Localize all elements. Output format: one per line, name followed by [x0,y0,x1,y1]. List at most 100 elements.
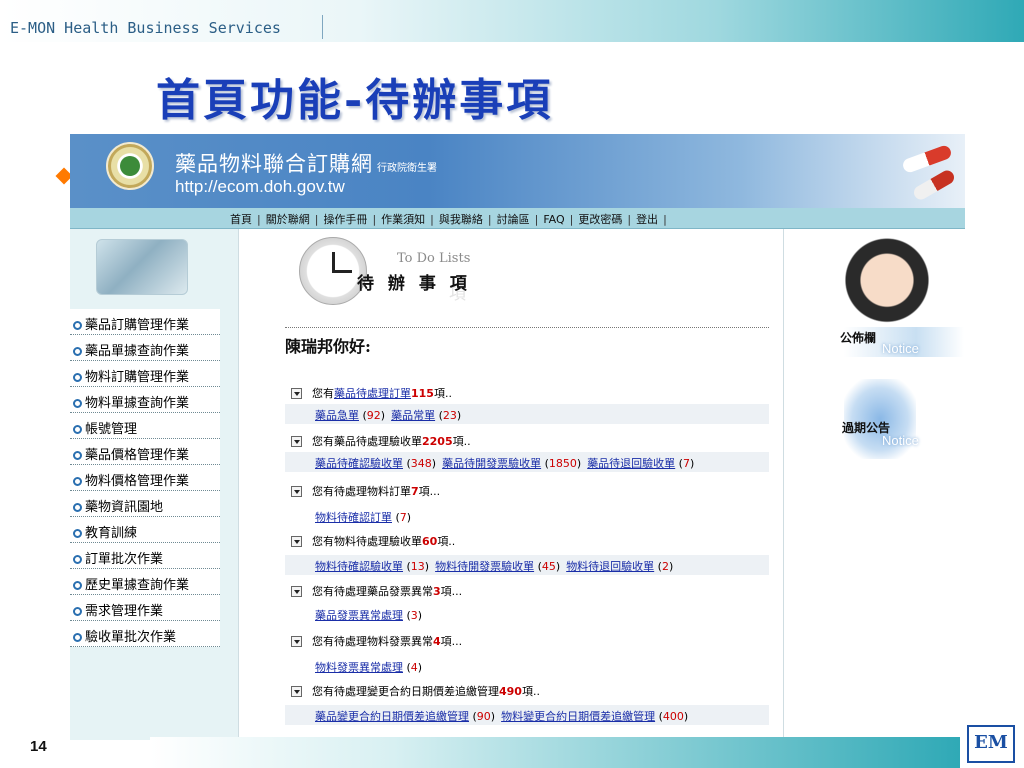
expand-toggle-icon[interactable] [291,636,302,647]
nav-link[interactable]: 作業須知 [381,211,425,227]
nav-link[interactable]: 登出 [636,211,658,227]
task-count: 2205 [422,435,453,448]
task-suffix: 項.. [452,435,471,448]
sidebar-menu-item[interactable]: 藥物資訊園地 [70,491,220,517]
right-sidebar: 公佈欄 Notice 過期公告 Notice [783,229,965,740]
task-detail-row: 藥品急單 (92) 藥品常單 (23) [285,404,769,424]
site-org: 行政院衛生署 [377,163,437,174]
task-link-count: (400) [655,710,689,723]
todo-panel: To Do Lists 項 待 辦 事 項 陳瑞邦你好: 您有藥品待處理訂單11… [238,229,784,740]
company-name: E-MON Health Business Services [10,19,281,37]
nav-link[interactable]: FAQ [543,213,564,226]
circle-bullet-icon [73,399,82,408]
task-link-number: 92 [366,409,381,422]
task-link-count: (45) [534,560,561,573]
task-link[interactable]: 藥品發票異常處理 [315,609,403,622]
expand-toggle-icon[interactable] [291,586,302,597]
bulletin-label[interactable]: 公佈欄 [840,329,876,346]
sidebar-menu-label: 需求管理作業 [85,604,164,619]
sidebar-menu-label: 藥品訂購管理作業 [85,318,190,333]
task-prefix: 您有待處理藥品發票異常 [312,585,433,598]
task-link-count: (1850) [541,457,582,470]
task-link-number: 7 [399,511,407,524]
task-summary: 您有待處理物料訂單7項... [291,483,440,499]
expand-toggle-icon[interactable] [291,686,302,697]
task-detail-row: 物料待確認訂單 (7) [285,506,769,526]
task-link-count: (23) [435,409,462,422]
sidebar-menu-label: 訂單批次作業 [85,552,164,567]
task-link[interactable]: 藥品待退回驗收單 [587,457,675,470]
sidebar-menu-item[interactable]: 教育訓練 [70,517,220,543]
sidebar-menu-label: 物料價格管理作業 [85,474,190,489]
nav-link[interactable]: 與我聯絡 [439,211,483,227]
task-link[interactable]: 物料待退回驗收單 [566,560,654,573]
slide-header-band: E-MON Health Business Services [0,0,1024,42]
task-link[interactable]: 物料待開發票驗收單 [435,560,534,573]
task-category-link[interactable]: 藥品待處理訂單 [334,387,411,400]
task-link[interactable]: 物料待確認驗收單 [315,560,403,573]
circle-bullet-icon [73,321,82,330]
circle-bullet-icon [73,477,82,486]
bulletin-portrait [844,237,930,333]
nav-link[interactable]: 關於聯網 [266,211,310,227]
task-summary: 您有物料待處理驗收單60項.. [291,533,455,549]
task-link-number: 348 [410,457,432,470]
nav-link[interactable]: 首頁 [230,211,252,227]
logo-text: EM [974,732,1008,753]
nav-separator: | [257,213,261,226]
circle-bullet-icon [73,581,82,590]
nav-separator: | [430,213,434,226]
sidebar-menu-item[interactable]: 物料單據查詢作業 [70,387,220,413]
sidebar-menu-item[interactable]: 訂單批次作業 [70,543,220,569]
task-prefix: 您有物料待處理驗收單 [312,535,422,548]
task-link[interactable]: 藥品變更合約日期價差追繳管理 [315,710,469,723]
sidebar-menu-item[interactable]: 帳號管理 [70,413,220,439]
site-name: 藥品物料聯合訂購網 行政院衛生署 [175,148,437,178]
task-prefix: 您有待處理物料發票異常 [312,635,433,648]
sidebar-menu-item[interactable]: 藥品訂購管理作業 [70,309,220,335]
task-link[interactable]: 物料發票異常處理 [315,661,403,674]
circle-bullet-icon [73,607,82,616]
sidebar-menu-item[interactable]: 藥品價格管理作業 [70,439,220,465]
nav-separator: | [487,213,492,226]
sidebar-menu-item[interactable]: 歷史單據查詢作業 [70,569,220,595]
sidebar-menu-item[interactable]: 物料訂購管理作業 [70,361,220,387]
task-link-number: 400 [662,710,684,723]
nav-link[interactable]: 操作手冊 [323,211,367,227]
user-greeting: 陳瑞邦你好: [285,337,371,356]
left-sidebar: 藥品訂購管理作業藥品單據查詢作業 物料訂購管理作業 物料單據查詢作業 帳號管理 藥品價格… [70,229,238,740]
expand-toggle-icon[interactable] [291,436,302,447]
site-banner: 藥品物料聯合訂購網 行政院衛生署 http://ecom.doh.gov.tw [70,134,965,208]
task-link-count: (92) [359,409,386,422]
task-count: 3 [433,585,441,598]
task-count: 115 [411,387,434,400]
task-detail-row: 物料發票異常處理 (4) [285,656,769,676]
task-link-number: 4 [410,661,418,674]
expand-toggle-icon[interactable] [291,388,302,399]
nav-items: 首頁 | 關於聯網 | 操作手冊 | 作業須知 | 與我聯絡 | 討論區 | FAQ | 更改密碼 | 登出 | [230,211,672,227]
task-link-count: (4) [403,661,423,674]
sidebar-menu-item[interactable]: 需求管理作業 [70,595,220,621]
sidebar-menu-label: 驗收單批次作業 [85,630,177,645]
task-link[interactable]: 物料待確認訂單 [315,511,392,524]
task-summary: 您有待處理物料發票異常4項... [291,633,462,649]
todo-title: 待 辦 事 項 [357,274,471,294]
task-count: 490 [499,685,522,698]
sidebar-menu-label: 歷史單據查詢作業 [85,578,190,593]
expand-toggle-icon[interactable] [291,486,302,497]
sidebar-menu-item[interactable]: 驗收單批次作業 [70,621,220,647]
task-link[interactable]: 藥品急單 [315,409,359,422]
todo-title-en: To Do Lists [397,251,471,266]
sidebar-menu-item[interactable]: 物料價格管理作業 [70,465,220,491]
task-link[interactable]: 物料變更合約日期價差追繳管理 [501,710,655,723]
nav-link[interactable]: 討論區 [497,211,530,227]
government-seal-icon [106,142,154,190]
nav-link[interactable]: 更改密碼 [578,211,622,227]
task-summary: 您有藥品待處理驗收單2205項.. [291,433,471,449]
sidebar-menu-item[interactable]: 藥品單據查詢作業 [70,335,220,361]
expand-toggle-icon[interactable] [291,536,302,547]
expired-notice-label-en: Notice [882,433,919,448]
task-link[interactable]: 藥品常單 [391,409,435,422]
task-link[interactable]: 藥品待開發票驗收單 [442,457,541,470]
task-link[interactable]: 藥品待確認驗收單 [315,457,403,470]
